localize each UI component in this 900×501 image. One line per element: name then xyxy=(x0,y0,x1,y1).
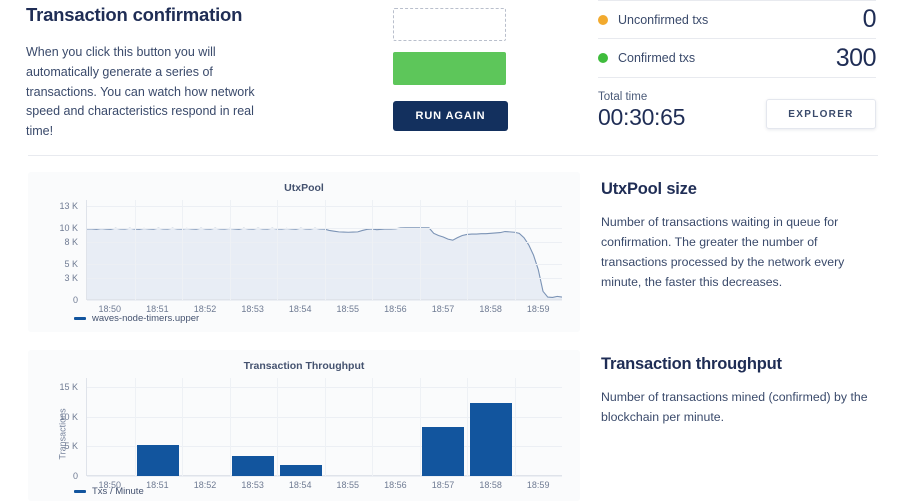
vertical-gridline xyxy=(467,200,468,300)
y-tick-label: 0 xyxy=(72,295,78,305)
confirmed-label: Confirmed txs xyxy=(618,51,696,65)
y-tick-label: 8 K xyxy=(64,237,78,248)
vertical-gridline xyxy=(182,378,183,476)
throughput-plot-area: Transactions 05 K 10 K 15 K 18:50 18:51 18:5… xyxy=(40,378,568,490)
throughput-legend-label: Txs / Minute xyxy=(92,486,144,497)
utxpool-description-block: UtxPool size Number of transactions wait… xyxy=(601,180,876,293)
throughput-legend[interactable]: Txs / Minute xyxy=(74,486,144,497)
x-tick-label: 18:54 xyxy=(288,304,312,314)
x-tick-label: 18:51 xyxy=(146,480,169,490)
throughput-chart-card: Transaction Throughput Transactions 05 K… xyxy=(28,350,580,501)
throughput-description-block: Transaction throughput Number of transac… xyxy=(601,355,876,428)
x-tick-label: 18:52 xyxy=(193,480,217,490)
y-tick-label: 3 K xyxy=(64,273,78,284)
vertical-gridline xyxy=(419,378,421,476)
vertical-gridline xyxy=(134,378,136,476)
vertical-gridline xyxy=(324,378,326,476)
gridline xyxy=(87,300,562,301)
utxpool-heading: UtxPool size xyxy=(601,180,697,198)
explorer-button[interactable]: EXPLORER xyxy=(766,99,876,130)
x-tick-label: 18:56 xyxy=(384,304,407,314)
x-tick-label: 18:57 xyxy=(431,480,455,490)
bar-18:58[interactable] xyxy=(469,402,512,476)
utxpool-plot xyxy=(86,200,562,301)
bar-18:54[interactable] xyxy=(279,464,322,476)
x-tick-label: 18:53 xyxy=(241,304,264,314)
utxpool-chart-title: UtxPool xyxy=(284,182,324,194)
bar-18:53[interactable] xyxy=(232,456,275,476)
vertical-gridline xyxy=(277,200,278,300)
x-tick-label: 18:58 xyxy=(479,304,502,314)
x-tick-label: 18:59 xyxy=(526,304,550,314)
gridline xyxy=(87,476,562,477)
x-tick-label: 18:58 xyxy=(479,480,502,490)
unconfirmed-value: 0 xyxy=(862,5,877,33)
throughput-heading: Transaction throughput xyxy=(601,355,782,373)
x-tick-label: 18:55 xyxy=(336,304,360,314)
x-tick-label: 18:54 xyxy=(288,480,312,490)
y-tick-label: 5 K xyxy=(64,258,78,269)
section-divider xyxy=(28,155,878,156)
vertical-gridline xyxy=(419,200,421,300)
utxpool-plot-area: 03 K5 K8 K 10 K 13 K 18:50 18:51 18:52 18:53 1… xyxy=(40,200,568,315)
bar-18:57[interactable] xyxy=(422,427,465,476)
vertical-gridline xyxy=(372,378,373,476)
vertical-gridline xyxy=(229,378,231,476)
total-time-label: Total time xyxy=(598,91,648,103)
y-tick-label: 15 K xyxy=(59,381,78,392)
stat-row-confirmed: Confirmed txs 300 xyxy=(598,39,877,78)
y-tick-label: 5 K xyxy=(64,441,78,452)
y-tick-label: 10 K xyxy=(59,411,78,422)
intro-block: Transaction confirmation When you click … xyxy=(26,4,356,142)
throughput-description: Number of transactions mined (confirmed)… xyxy=(601,390,868,424)
x-tick-label: 18:57 xyxy=(431,304,455,314)
stats-panel: Unconfirmed txs 0 Confirmed txs 300 Tota… xyxy=(598,0,877,130)
run-again-button[interactable]: RUN AGAIN xyxy=(393,101,508,131)
x-tick-label: 18:53 xyxy=(241,480,264,490)
vertical-gridline xyxy=(134,200,136,300)
vertical-gridline xyxy=(277,378,278,476)
dashboard-page: Transaction confirmation When you click … xyxy=(0,0,900,501)
vertical-gridline xyxy=(372,200,373,300)
confirmed-value: 300 xyxy=(835,43,877,72)
transaction-runner: RUN AGAIN xyxy=(393,8,508,131)
throughput-x-tick-labels: 18:50 18:51 18:52 18:53 18:54 18:55 18:56 18:57… xyxy=(86,480,562,494)
vertical-gridline xyxy=(467,378,468,476)
unconfirmed-status-dot-icon xyxy=(598,14,608,25)
confirmed-status-dot-icon xyxy=(598,53,608,63)
vertical-gridline xyxy=(514,200,516,300)
unconfirmed-label: Unconfirmed txs xyxy=(618,12,709,27)
bar-18:51[interactable] xyxy=(137,445,180,476)
vertical-gridline xyxy=(229,200,231,300)
intro-description: When you click this button you will auto… xyxy=(26,45,255,139)
throughput-chart-title: Transaction Throughput xyxy=(243,360,365,372)
stat-row-unconfirmed: Unconfirmed txs 0 xyxy=(598,0,877,39)
legend-swatch-icon xyxy=(74,490,86,493)
y-tick-label: 0 xyxy=(72,471,78,481)
vertical-gridline xyxy=(182,200,183,300)
confirmed-progress-box xyxy=(393,52,506,85)
y-tick-label: 13 K xyxy=(59,200,78,211)
total-time-block: Total time 00:30:65 xyxy=(598,91,685,130)
x-tick-label: 18:59 xyxy=(526,480,550,490)
x-tick-label: 18:56 xyxy=(384,480,407,490)
utxpool-legend-label: waves-node-timers.upper xyxy=(92,313,200,324)
x-tick-label: 18:55 xyxy=(336,480,360,490)
vertical-gridline xyxy=(514,378,516,476)
utxpool-legend[interactable]: waves-node-timers.upper xyxy=(74,313,199,324)
utxpool-description: Number of transactions waiting in queue … xyxy=(601,215,845,289)
unconfirmed-progress-box xyxy=(393,8,506,41)
page-title: Transaction confirmation xyxy=(26,4,243,25)
total-time-row: Total time 00:30:65 EXPLORER xyxy=(598,91,876,130)
total-time-value: 00:30:65 xyxy=(598,104,686,130)
top-section: Transaction confirmation When you click … xyxy=(0,0,900,155)
throughput-plot xyxy=(86,378,562,477)
utxpool-chart-card: UtxPool 03 K5 K8 K 10 K 13 K 18:50 18:51 18:… xyxy=(28,172,580,332)
vertical-gridline xyxy=(324,200,326,300)
legend-swatch-icon xyxy=(74,317,86,320)
y-tick-label: 10 K xyxy=(59,222,78,233)
